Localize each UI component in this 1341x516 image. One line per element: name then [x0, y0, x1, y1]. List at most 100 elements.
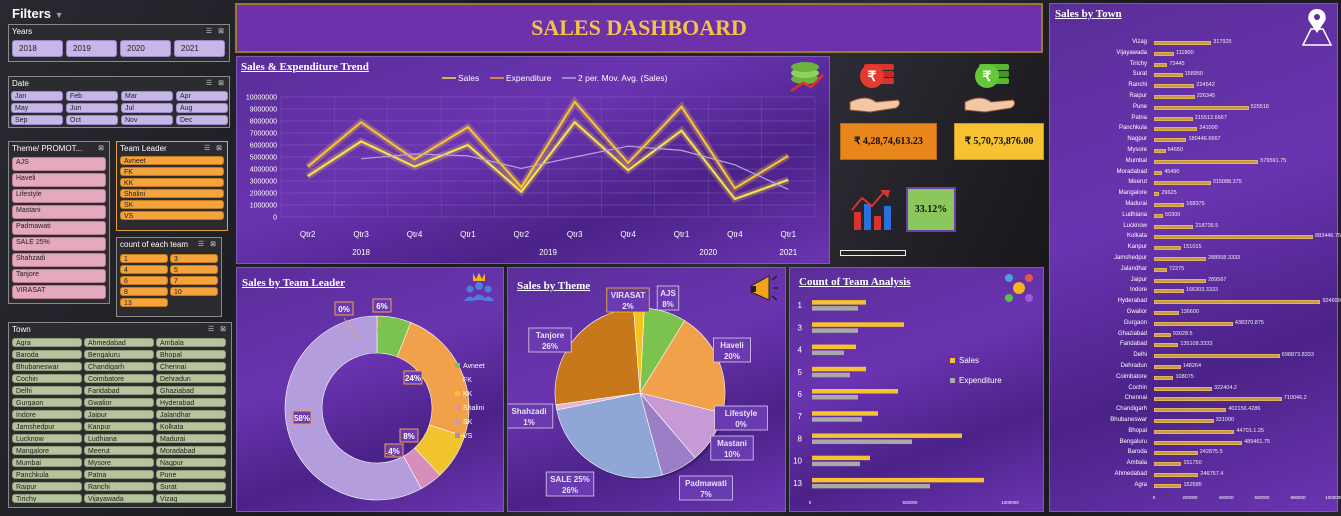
- month-chip-jan[interactable]: Jan: [11, 91, 63, 101]
- town-chip-meerut[interactable]: Meerut: [84, 446, 154, 455]
- trend-chart: Sales Expenditure 2 per. Mov. Avg. (Sales)…: [246, 62, 824, 257]
- town-chip-coimbatore[interactable]: Coimbatore: [84, 374, 154, 383]
- team-count-chip-7[interactable]: 7: [170, 276, 218, 285]
- town-chip-chennai[interactable]: Chennai: [156, 362, 226, 371]
- month-chip-dec[interactable]: Dec: [176, 115, 228, 125]
- town-chip-gurgaon[interactable]: Gurgaon: [12, 398, 82, 407]
- town-chip-delhi[interactable]: Delhi: [12, 386, 82, 395]
- year-chip-2018[interactable]: 2018: [12, 40, 63, 57]
- town-chip-dehradun[interactable]: Dehradun: [156, 374, 226, 383]
- theme-chip-ajs[interactable]: AJS: [12, 157, 106, 171]
- leader-chip-kk[interactable]: KK: [120, 178, 224, 187]
- team-count-chip-4[interactable]: 4: [120, 265, 168, 274]
- month-chip-mar[interactable]: Mar: [121, 91, 173, 101]
- clear-filter-icon[interactable]: ⊠: [98, 144, 106, 154]
- town-chip-raipur[interactable]: Raipur: [12, 482, 82, 491]
- team-count-chip-6[interactable]: 6: [120, 276, 168, 285]
- month-chip-may[interactable]: May: [11, 103, 63, 113]
- month-chip-nov[interactable]: Nov: [121, 115, 173, 125]
- team-count-chip-3[interactable]: 3: [170, 254, 218, 263]
- town-chip-ghaziabad[interactable]: Ghaziabad: [156, 386, 226, 395]
- town-chip-pune[interactable]: Pune: [156, 470, 226, 479]
- town-chip-vizag[interactable]: Vizag: [156, 494, 226, 503]
- month-chip-oct[interactable]: Oct: [66, 115, 118, 125]
- theme-chip-padmawati[interactable]: Padmawati: [12, 221, 106, 235]
- month-chip-jul[interactable]: Jul: [121, 103, 173, 113]
- team-count-chip-10[interactable]: 10: [170, 287, 218, 296]
- town-chip-kanpur[interactable]: Kanpur: [84, 422, 154, 431]
- growth-chart-icon: [851, 190, 891, 230]
- year-chip-2020[interactable]: 2020: [120, 40, 171, 57]
- clear-filter-icon[interactable]: ☰ ⊠: [198, 240, 218, 250]
- theme-chip-shahzadi[interactable]: Shahzadi: [12, 253, 106, 267]
- leader-chip-sk[interactable]: SK: [120, 200, 224, 209]
- town-chip-vijayawada[interactable]: Vijayawada: [84, 494, 154, 503]
- town-chip-surat[interactable]: Surat: [156, 482, 226, 491]
- clear-filter-icon[interactable]: ☰ ⊠: [206, 27, 226, 37]
- town-chip-jaipur[interactable]: Jaipur: [84, 410, 154, 419]
- clear-filter-icon[interactable]: ☰ ⊠: [204, 144, 224, 154]
- town-chip-agra[interactable]: Agra: [12, 338, 82, 347]
- town-bar-row: Bengaluru 489461.75: [1050, 439, 1335, 448]
- town-chip-ranchi[interactable]: Ranchi: [84, 482, 154, 491]
- town-chip-faridabad[interactable]: Faridabad: [84, 386, 154, 395]
- town-chip-chandigarh[interactable]: Chandigarh: [84, 362, 154, 371]
- town-chip-lucknow[interactable]: Lucknow: [12, 434, 82, 443]
- town-chip-panchkula[interactable]: Panchkula: [12, 470, 82, 479]
- town-bar: [1154, 41, 1212, 45]
- month-chip-aug[interactable]: Aug: [176, 103, 228, 113]
- month-chip-apr[interactable]: Apr: [176, 91, 228, 101]
- town-bar: [1154, 451, 1198, 456]
- theme-chip-lifestyle[interactable]: Lifestyle: [12, 189, 106, 203]
- town-chip-indore[interactable]: Indore: [12, 410, 82, 419]
- year-chip-2019[interactable]: 2019: [66, 40, 117, 57]
- town-chip-cochin[interactable]: Cochin: [12, 374, 82, 383]
- town-chip-nagpur[interactable]: Nagpur: [156, 458, 226, 467]
- legend-label: 2 per. Mov. Avg. (Sales): [578, 73, 668, 83]
- theme-chip-virasat[interactable]: VIRASAT: [12, 285, 106, 299]
- town-chip-tirichy[interactable]: Tirichy: [12, 494, 82, 503]
- leader-chip-fk[interactable]: FK: [120, 167, 224, 176]
- town-chip-bengaluru[interactable]: Bengaluru: [84, 350, 154, 359]
- team-count-chip-5[interactable]: 5: [170, 265, 218, 274]
- town-label: Meerut: [1128, 179, 1147, 186]
- team-count-chip-1[interactable]: 1: [120, 254, 168, 263]
- town-chip-bhopal[interactable]: Bhopal: [156, 350, 226, 359]
- theme-chip-tanjore[interactable]: Tanjore: [12, 269, 106, 283]
- town-chip-baroda[interactable]: Baroda: [12, 350, 82, 359]
- month-chip-sep[interactable]: Sep: [11, 115, 63, 125]
- town-chip-jalandhar[interactable]: Jalandhar: [156, 410, 226, 419]
- town-chip-ludhiana[interactable]: Ludhiana: [84, 434, 154, 443]
- town-chip-mumbai[interactable]: Mumbai: [12, 458, 82, 467]
- town-chip-mysore[interactable]: Mysore: [84, 458, 154, 467]
- clear-filter-icon[interactable]: ☰ ⊠: [208, 325, 228, 335]
- theme-chip-mastani[interactable]: Mastani: [12, 205, 106, 219]
- town-label: Indore: [1129, 287, 1147, 294]
- town-bar: [1154, 138, 1187, 143]
- y-tick-label: 9000000: [250, 107, 277, 114]
- town-chip-ambala[interactable]: Ambala: [156, 338, 226, 347]
- month-chip-jun[interactable]: Jun: [66, 103, 118, 113]
- theme-chip-sale-25-[interactable]: SALE 25%: [12, 237, 106, 251]
- town-chip-jamshedpur[interactable]: Jamshedpur: [12, 422, 82, 431]
- town-chip-bhubaneswar[interactable]: Bhubaneswar: [12, 362, 82, 371]
- town-chip-patna[interactable]: Patna: [84, 470, 154, 479]
- leader-chip-shalini[interactable]: Shalini: [120, 189, 224, 198]
- town-chip-ahmedabad[interactable]: Ahmedabad: [84, 338, 154, 347]
- theme-chip-haveli[interactable]: Haveli: [12, 173, 106, 187]
- town-chip-madurai[interactable]: Madurai: [156, 434, 226, 443]
- year-chip-2021[interactable]: 2021: [174, 40, 225, 57]
- town-chip-mangalore[interactable]: Mangalore: [12, 446, 82, 455]
- team-count-chip-13[interactable]: 13: [120, 298, 168, 307]
- town-chip-gwalior[interactable]: Gwalior: [84, 398, 154, 407]
- month-chip-feb[interactable]: Feb: [66, 91, 118, 101]
- town-label: Ghaziabad: [1117, 330, 1147, 337]
- town-chip-hyderabad[interactable]: Hyderabad: [156, 398, 226, 407]
- leader-chip-vs[interactable]: VS: [120, 211, 224, 220]
- team-count-chip-8[interactable]: 8: [120, 287, 168, 296]
- town-chip-kolkata[interactable]: Kolkata: [156, 422, 226, 431]
- clear-filter-icon[interactable]: ☰ ⊠: [206, 79, 226, 89]
- leader-chip-avneet[interactable]: Avneet: [120, 156, 224, 165]
- bar-expenditure: [812, 306, 858, 311]
- town-chip-moradabad[interactable]: Moradabad: [156, 446, 226, 455]
